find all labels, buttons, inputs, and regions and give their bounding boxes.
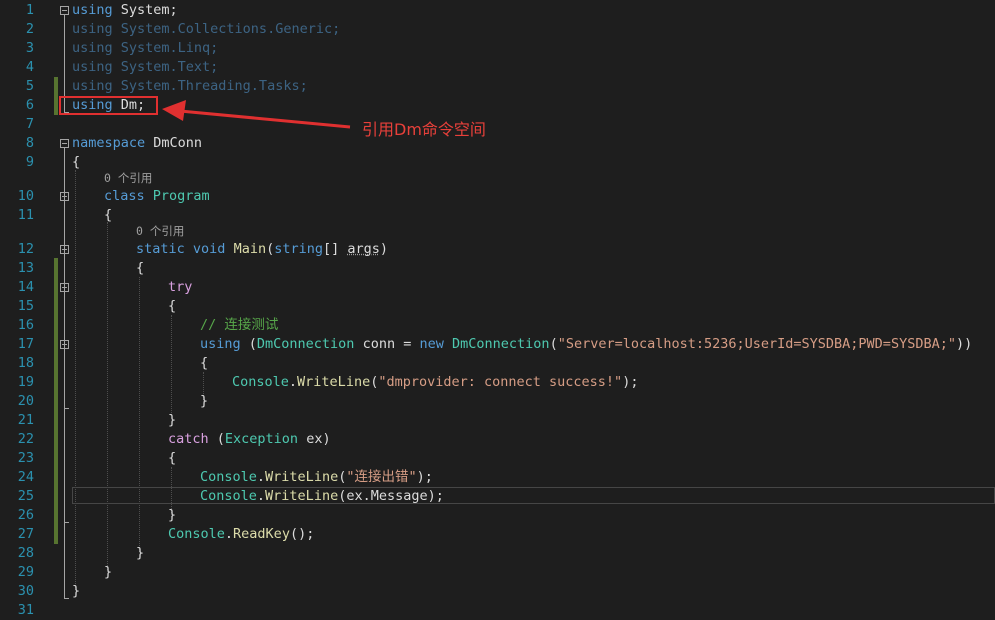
code-editor[interactable]: 1 2 3 4 5 6 7 8 9 10 11 12 13 14 15 16 17 18 19 20 21 22 23 24 2… <box>0 0 995 619</box>
arrow-icon <box>162 100 351 129</box>
annotation-label: 引用Dm命令空间 <box>362 120 486 139</box>
